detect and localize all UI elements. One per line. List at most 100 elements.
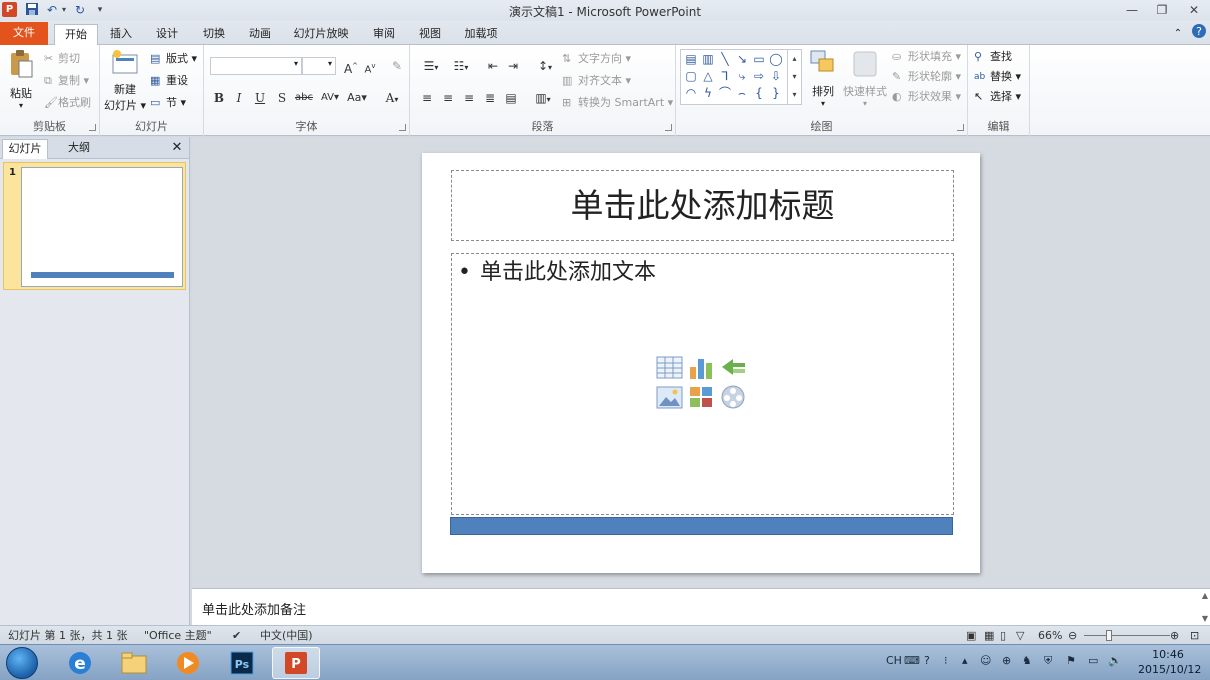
flag-tray-icon[interactable]: ⚑ [1066, 654, 1076, 667]
insert-chart-icon[interactable] [688, 355, 715, 380]
slide-thumbnail-selected[interactable]: 1 [3, 162, 186, 290]
rounded-rect-shape-icon[interactable]: ▢ [683, 69, 699, 83]
zoom-level[interactable]: 66% [1038, 628, 1062, 643]
media-player-icon[interactable] [164, 647, 212, 679]
triangle-shape-icon[interactable]: △ [700, 69, 716, 83]
shadow-button[interactable]: S [273, 89, 291, 107]
drawing-launcher-icon[interactable] [957, 124, 964, 131]
system-clock[interactable]: 10:46 2015/10/12 [1138, 647, 1201, 677]
text-direction-button[interactable]: ⇅ 文字方向 ▾ [562, 51, 631, 67]
reset-button[interactable]: ▦ 重设 [150, 73, 188, 89]
keyboard-icon[interactable]: ⌨ [904, 654, 920, 667]
grow-font-button[interactable]: A^ [342, 57, 360, 78]
security-tray-icon[interactable]: ⛨ [1044, 654, 1052, 668]
shape-fill-button[interactable]: ⛀ 形状填充 ▾ [892, 49, 961, 65]
help-tray-icon[interactable]: ? [924, 654, 930, 667]
columns-icon[interactable]: ▥▾ [530, 89, 556, 109]
rectangle-shape-icon[interactable]: ▭ [751, 52, 767, 66]
numbering-icon[interactable]: ☷▾ [448, 57, 474, 77]
ie-icon[interactable]: e [56, 647, 104, 679]
align-center-icon[interactable]: ≡ [439, 89, 457, 107]
insert-table-icon[interactable] [656, 355, 683, 380]
photoshop-icon[interactable]: Ps [218, 647, 266, 679]
shape-outline-button[interactable]: ✎ 形状轮廓 ▾ [892, 69, 961, 85]
tab-home[interactable]: 开始 [54, 24, 98, 46]
font-size-combo[interactable]: ▾ [302, 57, 336, 75]
tab-animations[interactable]: 动画 [240, 24, 280, 45]
down-arrow-shape-icon[interactable]: ⇩ [768, 69, 784, 83]
line-shape-icon[interactable]: ╲ [717, 52, 733, 66]
lightning-shape-icon[interactable]: ϟ [700, 86, 716, 100]
user-tray-icon[interactable]: ☺ [980, 654, 991, 667]
oval-shape-icon[interactable]: ◯ [768, 52, 784, 66]
replace-button[interactable]: ab 替换 ▾ [974, 69, 1021, 85]
content-placeholder[interactable]: • 单击此处添加文本 [451, 253, 954, 515]
tab-insert[interactable]: 插入 [101, 24, 141, 45]
volume-icon[interactable]: 🔈 [1108, 654, 1122, 667]
justify-icon[interactable]: ≣ [481, 89, 499, 107]
quick-styles-button[interactable]: 快速样式 ▾ [842, 49, 888, 108]
section-button[interactable]: ▭ 节 ▾ [150, 95, 186, 111]
bullets-icon[interactable]: ☰▾ [418, 57, 444, 77]
right-brace-shape-icon[interactable]: } [768, 86, 784, 100]
arc-shape-icon[interactable]: ⌢ [734, 86, 750, 100]
arrow-line-shape-icon[interactable]: ↘ [734, 52, 750, 66]
reading-view-icon[interactable]: ▯ [1000, 628, 1006, 643]
ime-indicator[interactable]: CH [886, 654, 902, 667]
tab-slideshow[interactable]: 幻灯片放映 [286, 24, 356, 45]
theme-status[interactable]: "Office 主题" [144, 628, 212, 643]
help-icon[interactable]: ? [1190, 23, 1208, 44]
tab-review[interactable]: 审阅 [364, 24, 404, 45]
tab-slides-pane[interactable]: 幻灯片 [2, 139, 48, 159]
char-spacing-button[interactable]: AV▾ [318, 89, 342, 107]
show-hidden-icons[interactable]: ▴ [962, 654, 968, 667]
tab-file[interactable]: 文件 [0, 22, 48, 45]
ime-options-icon[interactable]: ⁝ [944, 654, 948, 667]
insert-smartart-icon[interactable] [720, 355, 747, 380]
qq-tray-icon[interactable]: ♞ [1022, 654, 1032, 667]
close-button[interactable]: ✕ [1180, 1, 1208, 19]
clear-format-icon[interactable]: ✎ [388, 57, 406, 75]
slide-canvas[interactable]: 单击此处添加标题 • 单击此处添加文本 [422, 153, 980, 573]
display-tray-icon[interactable]: ▭ [1088, 654, 1098, 667]
font-color-button[interactable]: A▾ [380, 89, 404, 109]
zoom-in-icon[interactable]: ⊕ [1170, 628, 1179, 643]
slide-sorter-icon[interactable]: ▦ [984, 628, 994, 643]
normal-view-icon[interactable]: ▣ [966, 628, 976, 643]
powerpoint-taskbar-icon[interactable]: P [272, 647, 320, 679]
elbow-connector-shape-icon[interactable]: ⅂ [717, 69, 733, 83]
close-pane-icon[interactable]: ✕ [168, 139, 186, 159]
tab-design[interactable]: 设计 [147, 24, 187, 45]
arrange-button[interactable]: 排列 ▾ [808, 49, 838, 108]
select-button[interactable]: ↖ 选择 ▾ [974, 89, 1021, 105]
slide-thumbnail[interactable] [21, 167, 183, 287]
copy-button[interactable]: ⧉ 复制 ▾ [44, 73, 89, 89]
layout-button[interactable]: ▤ 版式 ▾ [150, 51, 197, 67]
align-text-button[interactable]: ▥ 对齐文本 ▾ [562, 73, 631, 89]
underline-button[interactable]: U [251, 89, 269, 107]
align-left-icon[interactable]: ≡ [418, 89, 436, 107]
left-brace-shape-icon[interactable]: { [751, 86, 767, 100]
find-button[interactable]: ⚲ 查找 [974, 49, 1012, 65]
language-status[interactable]: 中文(中国) [260, 628, 313, 643]
slideshow-view-icon[interactable]: ▽ [1016, 628, 1024, 643]
insert-clipart-icon[interactable] [688, 385, 715, 410]
minimize-button[interactable]: — [1118, 1, 1146, 19]
tab-view[interactable]: 视图 [410, 24, 450, 45]
line-spacing-icon[interactable]: ↕▾ [532, 57, 558, 77]
cut-button[interactable]: ✂ 剪切 [44, 51, 80, 67]
paste-button[interactable]: 粘贴 ▾ [6, 49, 36, 110]
align-right-icon[interactable]: ≡ [460, 89, 478, 107]
textbox-shape-icon[interactable]: ▤ [683, 52, 699, 66]
right-arrow-shape-icon[interactable]: ⇨ [751, 69, 767, 83]
new-slide-button[interactable]: 新建 幻灯片 ▾ [104, 49, 146, 114]
format-painter-button[interactable]: 🖌格式刷 [44, 95, 91, 111]
distributed-icon[interactable]: ▤ [502, 89, 520, 107]
shrink-font-button[interactable]: Av [361, 57, 379, 79]
fit-window-icon[interactable]: ⊡ [1190, 628, 1199, 643]
notes-scroll-down-icon[interactable]: ▼ [1202, 614, 1208, 623]
zoom-slider[interactable] [1084, 635, 1170, 636]
zoom-slider-thumb[interactable] [1106, 630, 1112, 641]
notes-pane[interactable]: 单击此处添加备注 ▲ ▼ [192, 588, 1210, 625]
elbow-arrow-shape-icon[interactable]: ⤷ [734, 69, 750, 83]
